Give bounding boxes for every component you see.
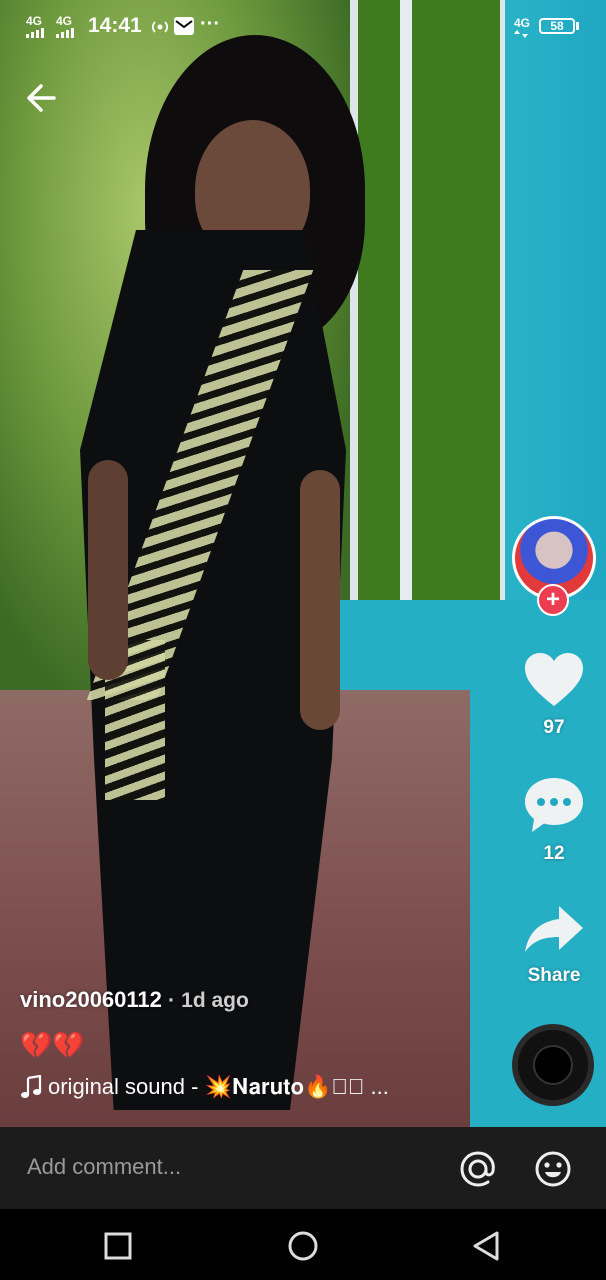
share-arrow-icon bbox=[525, 906, 583, 952]
mail-icon bbox=[174, 17, 194, 35]
add-comment-input[interactable]: Add comment... bbox=[27, 1154, 181, 1180]
comment-count: 12 bbox=[543, 843, 565, 864]
clock: 14:41 bbox=[88, 14, 142, 37]
back-arrow-icon[interactable] bbox=[24, 78, 64, 118]
signal-icon-1 bbox=[26, 28, 44, 38]
battery-level: 58 bbox=[550, 19, 564, 33]
sound-title: original sound - 💥𝐍𝐚𝐫𝐮𝐭𝐨🔥▯🏻 ... bbox=[48, 1074, 389, 1099]
network-indicator-1: 4G bbox=[26, 14, 43, 28]
share-button[interactable]: Share bbox=[514, 902, 594, 987]
network-indicator-3: 4G bbox=[514, 16, 531, 30]
comment-icon bbox=[525, 778, 583, 832]
sound-link[interactable]: original sound - 💥𝐍𝐚𝐫𝐮𝐭𝐨🔥▯🏻 ... bbox=[20, 1074, 389, 1100]
post-caption: 💔💔 bbox=[20, 1030, 85, 1060]
music-disc-cover bbox=[533, 1045, 573, 1085]
battery-indicator: 58 bbox=[539, 18, 575, 34]
hotspot-icon bbox=[152, 21, 168, 33]
follow-plus-icon[interactable]: + bbox=[537, 584, 569, 616]
recents-square-icon[interactable] bbox=[100, 1228, 136, 1264]
emoji-icon[interactable] bbox=[534, 1150, 572, 1188]
network-indicator-2: 4G bbox=[56, 14, 73, 28]
share-label: Share bbox=[527, 965, 581, 986]
music-note-icon bbox=[21, 1075, 42, 1098]
person-arm-right bbox=[300, 470, 340, 730]
like-count: 97 bbox=[543, 717, 565, 738]
post-meta: vino20060112 · 1d ago bbox=[20, 987, 249, 1013]
mention-at-icon[interactable] bbox=[459, 1150, 497, 1188]
status-bar: 4G 4G 14:41 ··· 4G 58 bbox=[0, 0, 606, 54]
heart-icon bbox=[525, 653, 583, 706]
username-link[interactable]: vino20060112 bbox=[20, 987, 162, 1012]
battery-tip bbox=[576, 22, 579, 30]
back-triangle-icon[interactable] bbox=[469, 1228, 505, 1264]
like-button[interactable]: 97 bbox=[514, 652, 594, 739]
post-age: 1d ago bbox=[181, 989, 249, 1012]
more-notifications: ··· bbox=[200, 13, 220, 35]
person-arm-left bbox=[88, 460, 128, 680]
signal-icon-2 bbox=[56, 28, 74, 38]
home-circle-icon[interactable] bbox=[285, 1228, 321, 1264]
window-frame bbox=[400, 0, 412, 680]
data-arrows-icon bbox=[514, 30, 528, 38]
meta-separator: · bbox=[168, 989, 176, 1012]
comment-button[interactable]: 12 bbox=[514, 776, 594, 865]
